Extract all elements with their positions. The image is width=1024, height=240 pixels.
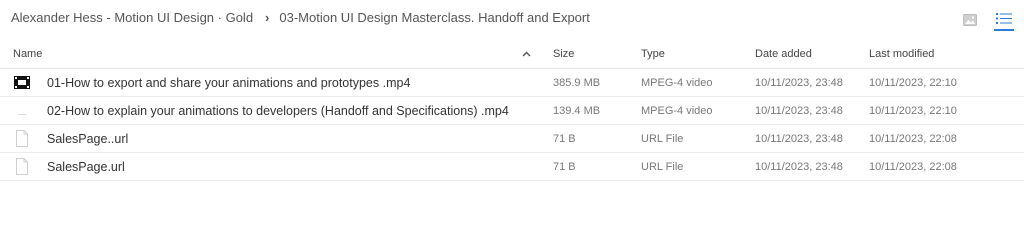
video-thumbnail-icon [14, 102, 30, 119]
top-bar: Alexander Hess - Motion UI Design · Gold… [0, 0, 1024, 36]
file-icon [14, 130, 30, 147]
file-date-added: 10/11/2023, 23:48 [755, 133, 843, 145]
file-size: 385.9 MB [553, 77, 601, 89]
file-size: 139.4 MB [553, 105, 601, 117]
file-name[interactable]: 01-How to export and share your animatio… [47, 76, 410, 90]
breadcrumb: Alexander Hess - Motion UI Design · Gold… [11, 10, 590, 25]
table-header: Name Size Type Date added Last modified [0, 40, 1024, 69]
file-last-modified: 10/11/2023, 22:08 [869, 161, 957, 173]
file-name[interactable]: 02-How to explain your animations to dev… [47, 104, 509, 118]
column-header-size[interactable]: Size [553, 48, 574, 60]
column-header-date-added[interactable]: Date added [755, 48, 812, 60]
column-header-name[interactable]: Name [13, 48, 42, 60]
breadcrumb-root[interactable]: Alexander Hess - Motion UI Design · Gold [11, 10, 253, 25]
file-name[interactable]: SalesPage.url [47, 160, 125, 174]
video-thumbnail-icon [14, 74, 30, 91]
file-date-added: 10/11/2023, 23:48 [755, 105, 843, 117]
column-header-type[interactable]: Type [641, 48, 665, 60]
file-type: MPEG-4 video [641, 77, 713, 89]
list-icon[interactable] [994, 8, 1014, 31]
file-icon [14, 158, 30, 175]
table-row[interactable]: 01-How to export and share your animatio… [0, 69, 1024, 97]
table-row[interactable]: 02-How to explain your animations to dev… [0, 97, 1024, 125]
view-switcher [960, 8, 1014, 31]
file-size: 71 B [553, 133, 576, 145]
chevron-right-icon: › [265, 10, 270, 25]
file-date-added: 10/11/2023, 23:48 [755, 77, 843, 89]
file-last-modified: 10/11/2023, 22:10 [869, 105, 957, 117]
file-last-modified: 10/11/2023, 22:10 [869, 77, 957, 89]
file-type: URL File [641, 161, 684, 173]
file-size: 71 B [553, 161, 576, 173]
file-date-added: 10/11/2023, 23:48 [755, 161, 843, 173]
table-row[interactable]: SalesPage..url 71 B URL File 10/11/2023,… [0, 125, 1024, 153]
image-icon[interactable] [960, 10, 980, 30]
file-name[interactable]: SalesPage..url [47, 132, 128, 146]
file-type: URL File [641, 133, 684, 145]
file-type: MPEG-4 video [641, 105, 713, 117]
breadcrumb-current: 03-Motion UI Design Masterclass. Handoff… [279, 10, 590, 25]
column-header-last-modified[interactable]: Last modified [869, 48, 934, 60]
table-row[interactable]: SalesPage.url 71 B URL File 10/11/2023, … [0, 153, 1024, 181]
sort-up-icon[interactable] [522, 48, 531, 60]
file-last-modified: 10/11/2023, 22:08 [869, 133, 957, 145]
